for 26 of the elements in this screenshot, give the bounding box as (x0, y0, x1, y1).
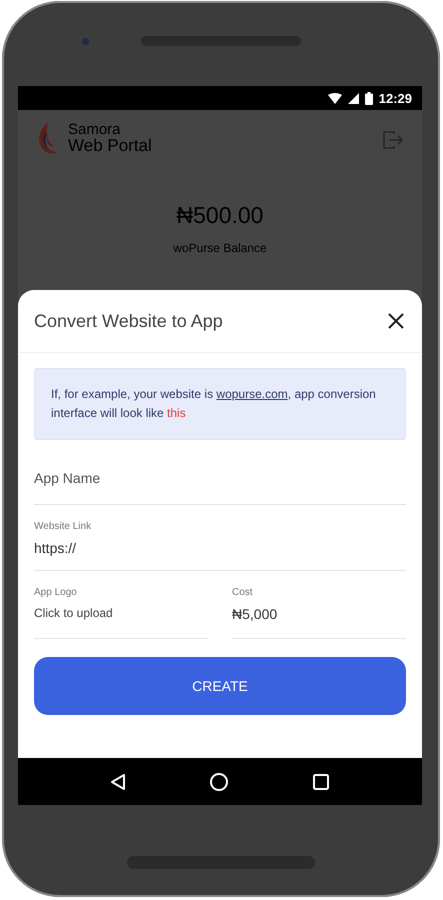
camera-icon (82, 38, 89, 45)
flame-logo-icon (36, 122, 60, 156)
info-notice: If, for example, your website is wopurse.com, app conversion interface will look like this (34, 368, 406, 440)
input-field[interactable]: App Name (34, 470, 406, 486)
back-icon[interactable] (110, 772, 126, 790)
create-button[interactable]: CREATE (34, 657, 406, 715)
close-icon[interactable] (386, 311, 406, 331)
field-label: App Logo (34, 587, 78, 598)
field-label: Cost (232, 587, 254, 598)
balance-label: woPurse Balance (172, 241, 268, 255)
clock-time: 12:29 (378, 90, 412, 106)
brand-subtitle: Web Portal (68, 137, 152, 155)
input-field[interactable]: ₦5,000 (232, 606, 406, 622)
balance-amount: ₦500.00 (176, 202, 264, 229)
signal-icon (348, 92, 359, 104)
wifi-icon (328, 92, 342, 104)
upload-button[interactable]: Click to upload (34, 606, 113, 620)
field-label: Website Link (34, 521, 92, 532)
home-icon[interactable] (208, 772, 229, 792)
brand-name: Samora (68, 123, 122, 137)
battery-icon (364, 92, 373, 104)
dialog-title: Convert Website to App (34, 310, 223, 332)
example-link[interactable]: this (167, 406, 186, 420)
recents-icon[interactable] (312, 772, 330, 790)
website-link[interactable]: wopurse.com (216, 387, 288, 401)
input-field[interactable]: https:// (34, 540, 406, 556)
